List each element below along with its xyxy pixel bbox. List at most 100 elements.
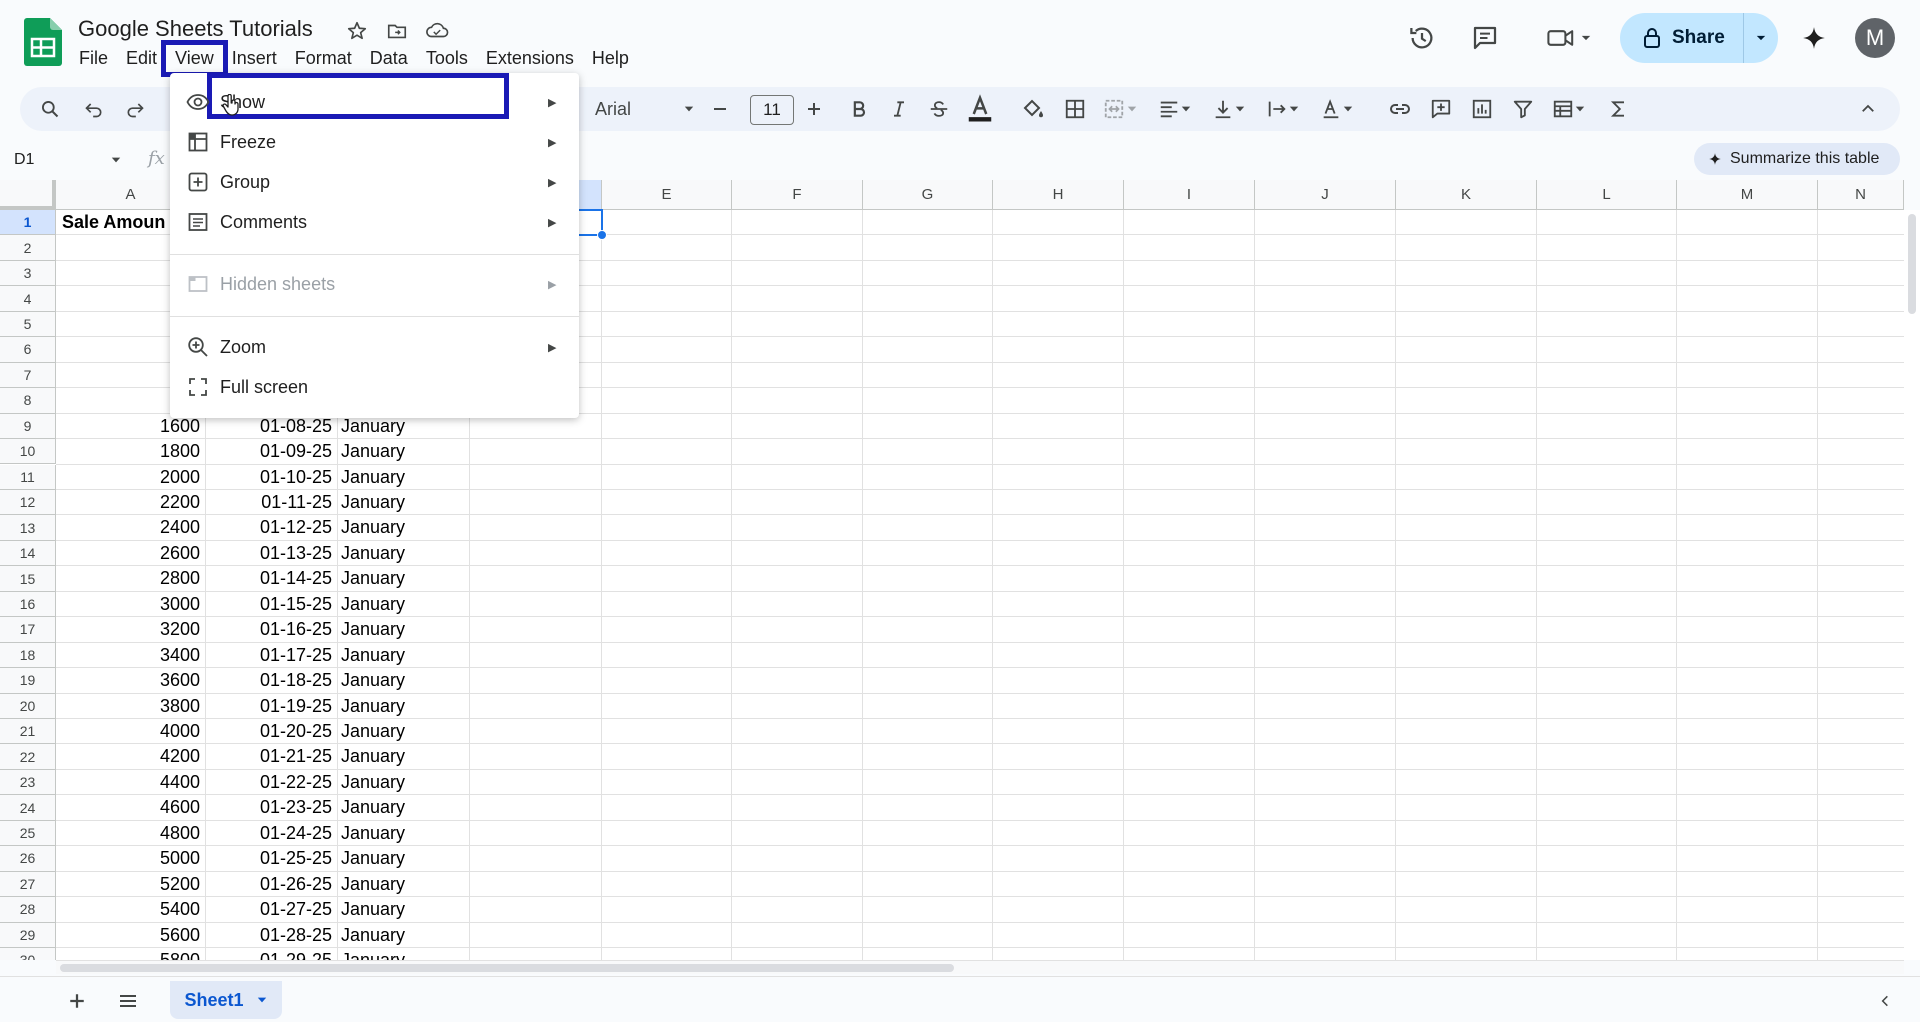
- menu-file[interactable]: File: [70, 45, 117, 72]
- cell-sale-amount[interactable]: 4000: [56, 719, 200, 744]
- row-header[interactable]: 25: [0, 820, 56, 847]
- cell-sale-amount[interactable]: 4400: [56, 770, 200, 795]
- cell-sale-amount[interactable]: 3000: [56, 592, 200, 617]
- row-header[interactable]: 9: [0, 413, 56, 440]
- menu-edit[interactable]: Edit: [117, 45, 166, 72]
- cell-month[interactable]: January: [341, 490, 469, 515]
- cell-month[interactable]: January: [341, 465, 469, 490]
- column-header-h[interactable]: H: [993, 180, 1124, 210]
- share-button[interactable]: Share: [1620, 13, 1744, 63]
- select-all-corner[interactable]: [0, 180, 56, 210]
- row-header[interactable]: 18: [0, 642, 56, 669]
- version-history-icon[interactable]: [1398, 14, 1446, 62]
- row-header[interactable]: 5: [0, 311, 56, 338]
- add-sheet-icon[interactable]: [62, 986, 92, 1016]
- cell-month[interactable]: January: [341, 694, 469, 719]
- merge-cells-icon[interactable]: [1090, 87, 1150, 131]
- menu-extensions[interactable]: Extensions: [477, 45, 583, 72]
- view-menu-group[interactable]: Group ▶: [170, 162, 579, 202]
- cell-sale-amount[interactable]: 2200: [56, 490, 200, 515]
- column-header-k[interactable]: K: [1396, 180, 1537, 210]
- cell-date[interactable]: 01-19-25: [206, 694, 332, 719]
- cell-date[interactable]: 01-18-25: [206, 668, 332, 693]
- cell-date[interactable]: 01-26-25: [206, 872, 332, 897]
- menu-insert[interactable]: Insert: [223, 45, 286, 72]
- cell-sale-amount[interactable]: 3800: [56, 694, 200, 719]
- cell-sale-amount[interactable]: 5400: [56, 897, 200, 922]
- view-menu-comments[interactable]: Comments ▶: [170, 202, 579, 242]
- row-header[interactable]: 2: [0, 235, 56, 261]
- decrease-font-size-button[interactable]: [705, 87, 735, 131]
- text-wrapping-icon[interactable]: [1256, 87, 1310, 131]
- menu-data[interactable]: Data: [361, 45, 417, 72]
- view-menu-full-screen[interactable]: Full screen: [170, 367, 579, 407]
- star-icon[interactable]: [344, 18, 370, 44]
- cell-month[interactable]: January: [341, 948, 469, 960]
- cell-date[interactable]: 01-14-25: [206, 566, 332, 591]
- functions-icon[interactable]: [1600, 87, 1638, 131]
- fill-handle[interactable]: [597, 230, 607, 241]
- cell-sale-amount[interactable]: 5600: [56, 923, 200, 948]
- vertical-scrollbar[interactable]: [1904, 210, 1920, 960]
- cell-sale-amount[interactable]: 5800: [56, 948, 200, 960]
- cell-date[interactable]: 01-21-25: [206, 744, 332, 769]
- cell-sale-amount[interactable]: 4200: [56, 744, 200, 769]
- row-header[interactable]: 27: [0, 871, 56, 898]
- collapse-toolbar-icon[interactable]: [1848, 87, 1888, 131]
- cell-month[interactable]: January: [341, 515, 469, 540]
- comments-icon[interactable]: [1461, 14, 1509, 62]
- cell-date[interactable]: 01-29-25: [206, 948, 332, 960]
- row-header[interactable]: 19: [0, 668, 56, 694]
- cell-month[interactable]: January: [341, 744, 469, 769]
- vertical-scroll-thumb[interactable]: [1908, 214, 1916, 314]
- cell-month[interactable]: January: [341, 846, 469, 871]
- cell-date[interactable]: 01-25-25: [206, 846, 332, 871]
- undo-icon[interactable]: [78, 87, 110, 131]
- row-header[interactable]: 10: [0, 439, 56, 465]
- font-size-input[interactable]: 11: [750, 95, 794, 125]
- view-menu-zoom[interactable]: Zoom ▶: [170, 327, 579, 367]
- cell-sale-amount[interactable]: 2000: [56, 465, 200, 490]
- column-header-n[interactable]: N: [1818, 180, 1904, 210]
- cell-month[interactable]: January: [341, 566, 469, 591]
- column-header-g[interactable]: G: [863, 180, 993, 210]
- row-header[interactable]: 20: [0, 693, 56, 719]
- fill-color-icon[interactable]: [1013, 87, 1053, 131]
- cell-date[interactable]: 01-24-25: [206, 821, 332, 846]
- font-family-select[interactable]: Arial: [595, 87, 695, 131]
- row-header[interactable]: 6: [0, 337, 56, 363]
- column-header-f[interactable]: F: [732, 180, 863, 210]
- cell-sale-amount[interactable]: 3600: [56, 668, 200, 693]
- name-box[interactable]: D1: [14, 148, 126, 172]
- row-header[interactable]: 14: [0, 540, 56, 567]
- cell-date[interactable]: 01-27-25: [206, 897, 332, 922]
- column-header-l[interactable]: L: [1537, 180, 1677, 210]
- cell-date[interactable]: 01-22-25: [206, 770, 332, 795]
- cell-date[interactable]: 01-15-25: [206, 592, 332, 617]
- menu-tools[interactable]: Tools: [417, 45, 477, 72]
- row-header[interactable]: 17: [0, 617, 56, 643]
- redo-icon[interactable]: [119, 87, 151, 131]
- cell-month[interactable]: January: [341, 770, 469, 795]
- explore-side-panel-icon[interactable]: [1872, 988, 1898, 1014]
- view-menu-freeze[interactable]: Freeze ▶: [170, 122, 579, 162]
- cell-sale-amount[interactable]: 4600: [56, 795, 200, 820]
- row-header[interactable]: 8: [0, 388, 56, 414]
- cell-month[interactable]: January: [341, 872, 469, 897]
- text-rotation-icon[interactable]: [1310, 87, 1364, 131]
- row-header[interactable]: 4: [0, 286, 56, 312]
- strikethrough-icon[interactable]: [920, 87, 958, 131]
- cell-sale-amount[interactable]: 2600: [56, 541, 200, 566]
- row-header[interactable]: 28: [0, 897, 56, 923]
- cell-month[interactable]: January: [341, 923, 469, 948]
- summarize-table-button[interactable]: Summarize this table: [1694, 143, 1900, 175]
- cell-month[interactable]: January: [341, 821, 469, 846]
- cell-date[interactable]: 01-23-25: [206, 795, 332, 820]
- cell-sale-amount[interactable]: 2400: [56, 515, 200, 540]
- cell-date[interactable]: 01-20-25: [206, 719, 332, 744]
- cell-month[interactable]: January: [341, 592, 469, 617]
- sheets-logo-icon[interactable]: [24, 18, 62, 66]
- insert-chart-icon[interactable]: [1463, 87, 1501, 131]
- meet-icon[interactable]: [1534, 14, 1604, 62]
- row-header[interactable]: 1: [0, 210, 56, 236]
